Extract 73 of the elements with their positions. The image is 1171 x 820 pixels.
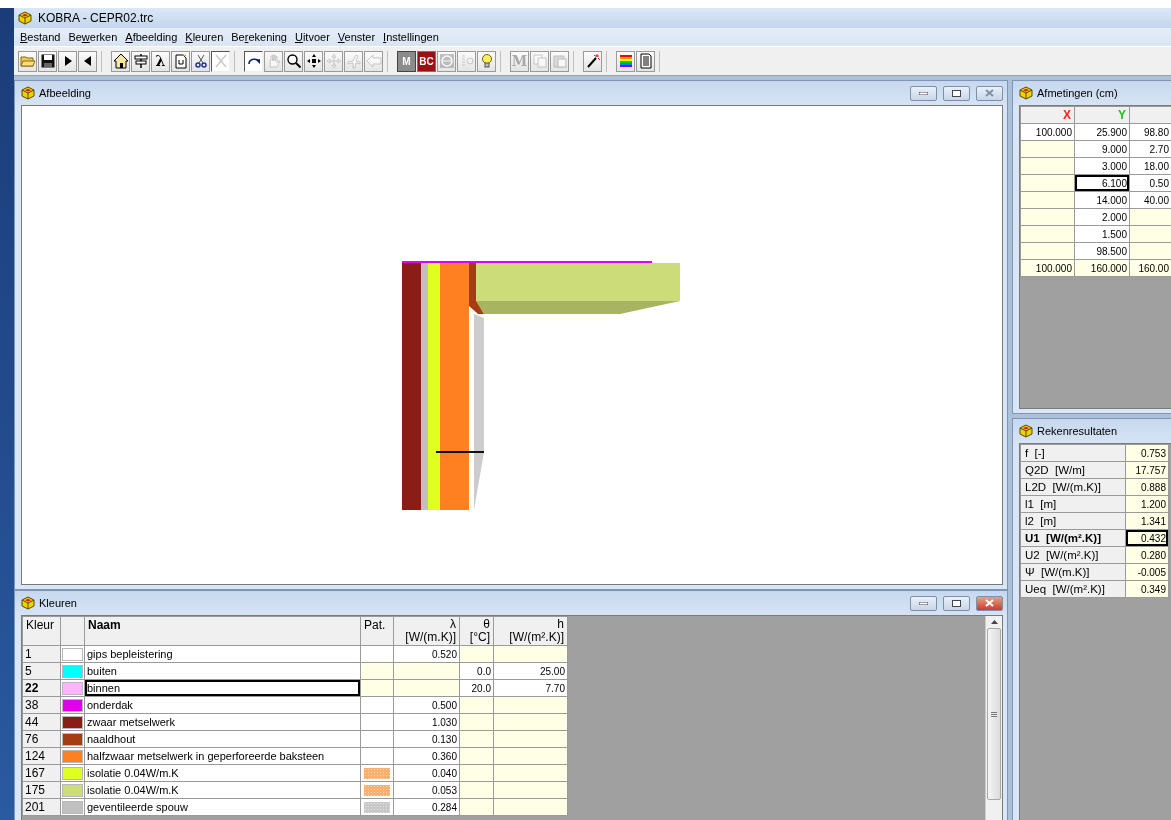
- menu-item[interactable]: Kleuren: [181, 31, 228, 43]
- menu-item[interactable]: Instellingen: [379, 31, 443, 43]
- result-label: f [-]: [1020, 444, 1126, 462]
- menu-item[interactable]: Berekening: [227, 31, 291, 43]
- menu-item[interactable]: Afbeelding: [121, 31, 182, 43]
- toolbar-button[interactable]: [111, 50, 130, 72]
- toolbar-button[interactable]: λ: [151, 50, 170, 72]
- restore-button[interactable]: [943, 85, 970, 101]
- window-title: Rekenresultaten: [1037, 425, 1119, 437]
- toolbar-button[interactable]: [244, 50, 263, 72]
- house-icon: [112, 53, 129, 69]
- column-header: X: [1020, 106, 1075, 124]
- restore-icon: [952, 599, 961, 607]
- window-title: Afbeelding: [39, 87, 92, 99]
- minimize-icon: [919, 601, 928, 605]
- column-header: Naam: [84, 616, 361, 646]
- restore-button[interactable]: [943, 595, 970, 611]
- menu-item[interactable]: Uitvoer: [290, 31, 334, 43]
- toolbar-button[interactable]: [58, 50, 77, 72]
- minimize-button[interactable]: [910, 85, 937, 101]
- column-header: Pat.: [360, 616, 394, 646]
- toolbar-button[interactable]: [38, 50, 57, 72]
- move-arrows-icon: [325, 53, 342, 69]
- scroll-up-icon: [990, 620, 998, 624]
- toolbar-button[interactable]: [284, 50, 303, 72]
- menu-item[interactable]: Venster: [333, 31, 380, 43]
- minimize-button[interactable]: [910, 595, 937, 611]
- toolbar-button[interactable]: [131, 50, 150, 72]
- result-value: 0.753: [1125, 444, 1169, 462]
- close-icon: [985, 89, 994, 97]
- close-button[interactable]: [976, 85, 1003, 101]
- menu-item[interactable]: Bewerken: [64, 31, 122, 43]
- toolbar-button[interactable]: BC: [417, 50, 436, 72]
- column-header: λ [W/(m.K)]: [393, 616, 460, 646]
- column-header: h [W/(m².K)]: [493, 616, 568, 646]
- window-title: Afmetingen (cm): [1037, 87, 1119, 99]
- close-button[interactable]: [976, 595, 1003, 611]
- app-cube-icon: [18, 11, 32, 25]
- toolbar-button[interactable]: [304, 50, 323, 72]
- scissors-icon: [212, 53, 229, 69]
- column-header: Kleur: [22, 616, 61, 646]
- magic-wand-icon: [584, 53, 601, 69]
- new-document-icon: [172, 53, 189, 69]
- arrow-left-icon: [365, 53, 382, 69]
- folder-icon: [19, 53, 36, 69]
- close-icon: [985, 599, 994, 607]
- move-arrows-icon: [305, 53, 322, 69]
- toolbar-button[interactable]: [583, 50, 602, 72]
- copy-icon: [531, 53, 548, 69]
- document-icon: [637, 53, 654, 69]
- signpost-icon: [132, 53, 149, 69]
- scissors-icon: [192, 53, 209, 69]
- menu-item[interactable]: Bestand: [16, 31, 65, 43]
- restore-icon: [952, 89, 961, 97]
- cube-icon: [1019, 86, 1033, 100]
- cube-icon: [21, 86, 35, 100]
- toolbar-button[interactable]: [191, 50, 210, 72]
- plane-icon: [345, 53, 362, 69]
- column-header: θ [°C]: [459, 616, 494, 646]
- cube-icon: [21, 596, 35, 610]
- minimize-icon: [919, 91, 928, 95]
- cube-icon: [1019, 424, 1033, 438]
- app-title: KOBRA - CEPR02.trc: [38, 11, 154, 25]
- toolbar-button[interactable]: [78, 50, 97, 72]
- column-header: Y: [1074, 106, 1130, 124]
- save-icon: [39, 53, 56, 69]
- grip-icon: [991, 711, 997, 717]
- paste-icon: [551, 53, 568, 69]
- circle-icon: [438, 53, 455, 69]
- window-title: Kleuren: [39, 597, 78, 609]
- scroll-thumb[interactable]: [987, 628, 1001, 800]
- rainbow-icon: [617, 53, 634, 69]
- search-icon: [285, 53, 302, 69]
